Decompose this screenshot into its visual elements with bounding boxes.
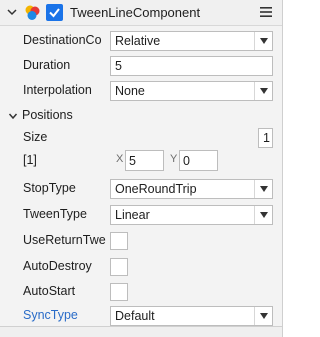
size-value: 1 bbox=[263, 131, 270, 145]
usereturn-checkbox[interactable] bbox=[110, 232, 128, 250]
size-row: Size 1 bbox=[0, 125, 282, 150]
x-input[interactable]: 5 bbox=[125, 150, 164, 171]
dropdown-arrow-icon bbox=[260, 88, 268, 94]
enabled-checkbox[interactable] bbox=[46, 4, 63, 21]
size-label: Size bbox=[23, 130, 48, 144]
synctype-row: SyncType Default bbox=[0, 303, 282, 328]
autodestroy-checkbox[interactable] bbox=[110, 258, 128, 276]
size-input[interactable]: 1 bbox=[258, 128, 273, 148]
synctype-label[interactable]: SyncType bbox=[23, 308, 78, 322]
y-axis-label: Y bbox=[170, 153, 178, 165]
position-item-row: [1] X 5 Y 0 bbox=[0, 148, 282, 173]
tweentype-select[interactable]: Linear bbox=[110, 205, 273, 225]
autodestroy-label: AutoDestroy bbox=[23, 259, 92, 273]
dropdown-arrow-icon bbox=[260, 38, 268, 44]
synctype-select[interactable]: Default bbox=[110, 306, 273, 326]
autostart-label: AutoStart bbox=[23, 284, 76, 298]
component-icon bbox=[25, 5, 40, 20]
duration-value: 5 bbox=[115, 59, 122, 73]
destination-row: DestinationCo Relative bbox=[0, 28, 282, 53]
interpolation-label: Interpolation bbox=[23, 83, 92, 97]
menu-icon[interactable] bbox=[259, 6, 273, 18]
interpolation-row: Interpolation None bbox=[0, 78, 282, 103]
chevron-down-icon[interactable] bbox=[6, 6, 18, 18]
stoptype-row: StopType OneRoundTrip bbox=[0, 176, 282, 201]
stoptype-label: StopType bbox=[23, 181, 76, 195]
y-input[interactable]: 0 bbox=[179, 150, 218, 171]
usereturn-label: UseReturnTwe bbox=[23, 233, 106, 247]
chevron-down-icon[interactable] bbox=[8, 111, 18, 121]
stoptype-value: OneRoundTrip bbox=[115, 182, 197, 196]
duration-input[interactable]: 5 bbox=[110, 56, 273, 76]
autodestroy-row: AutoDestroy bbox=[0, 254, 282, 279]
dropdown-arrow-icon bbox=[260, 186, 268, 192]
positions-label: Positions bbox=[22, 108, 73, 122]
tweentype-value: Linear bbox=[115, 208, 150, 222]
dropdown-arrow-icon bbox=[260, 212, 268, 218]
destination-value: Relative bbox=[115, 34, 161, 48]
tweentype-row: TweenType Linear bbox=[0, 202, 282, 227]
panel-footer bbox=[0, 326, 282, 337]
positions-section[interactable]: Positions bbox=[0, 105, 282, 127]
usereturn-row: UseReturnTwe bbox=[0, 228, 282, 253]
autostart-checkbox[interactable] bbox=[110, 283, 128, 301]
autostart-row: AutoStart bbox=[0, 279, 282, 304]
component-title: TweenLineComponent bbox=[70, 5, 201, 20]
stoptype-select[interactable]: OneRoundTrip bbox=[110, 179, 273, 199]
dropdown-arrow-icon bbox=[260, 313, 268, 319]
synctype-value: Default bbox=[115, 309, 155, 323]
destination-label: DestinationCo bbox=[23, 33, 102, 47]
check-icon bbox=[49, 8, 60, 18]
x-value: 5 bbox=[129, 154, 136, 168]
destination-select[interactable]: Relative bbox=[110, 31, 273, 51]
interpolation-select[interactable]: None bbox=[110, 81, 273, 101]
x-axis-label: X bbox=[116, 153, 124, 165]
component-header: TweenLineComponent bbox=[0, 0, 282, 26]
duration-label: Duration bbox=[23, 58, 71, 72]
tweentype-label: TweenType bbox=[23, 207, 87, 221]
y-value: 0 bbox=[183, 154, 190, 168]
position-item-label: [1] bbox=[23, 153, 37, 167]
duration-row: Duration 5 bbox=[0, 53, 282, 78]
component-panel: TweenLineComponent DestinationCo Relativ… bbox=[0, 0, 283, 337]
interpolation-value: None bbox=[115, 84, 145, 98]
